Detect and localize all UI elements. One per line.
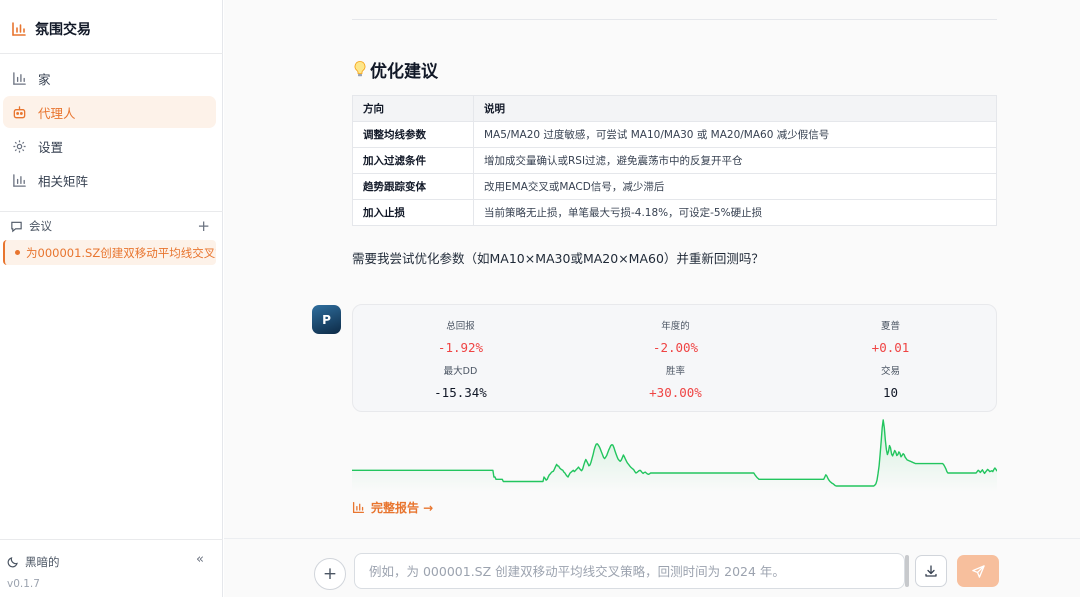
- nav-label: 代理人: [38, 105, 76, 121]
- bar-chart-icon: [13, 173, 26, 187]
- table-cell: 调整均线参数: [352, 121, 474, 148]
- brand[interactable]: 氛围交易: [0, 4, 223, 54]
- table-header-description: 说明: [473, 95, 997, 122]
- table-cell: 趋势跟踪变体: [352, 173, 474, 200]
- theme-toggle[interactable]: 黑暗的: [7, 554, 60, 570]
- download-button[interactable]: [915, 555, 947, 587]
- divider: [352, 19, 997, 20]
- table-cell: 加入过滤条件: [352, 147, 474, 174]
- table-cell: 当前策略无止损，单笔最大亏损-4.18%，可设定-5%硬止损: [473, 199, 997, 226]
- nav-item-home[interactable]: 家: [3, 62, 216, 94]
- main-nav: 家 代理人 设置 相关矩阵: [3, 62, 216, 198]
- double-chevron-left-icon[interactable]: «: [196, 552, 204, 567]
- send-icon: [971, 564, 985, 578]
- add-attachment-button[interactable]: +: [314, 558, 346, 590]
- sidebar-footer: 黑暗的 « v0.1.7: [0, 539, 223, 597]
- stat-label: 胜率: [665, 366, 685, 377]
- gear-icon: [13, 139, 26, 153]
- stat-label: 总回报: [446, 321, 475, 332]
- stat-trades: 交易 10: [783, 365, 998, 401]
- stat-sharpe: 夏普 +0.01: [783, 320, 998, 356]
- avatar: P: [312, 305, 341, 334]
- nav-label: 相关矩阵: [38, 173, 89, 189]
- stat-win-rate: 胜率 +30.00%: [568, 365, 783, 401]
- app-name: 氛围交易: [35, 21, 91, 38]
- stat-annualized: 年度的 -2.00%: [568, 320, 783, 356]
- theme-label: 黑暗的: [25, 555, 60, 569]
- stat-value: +30.00%: [649, 385, 702, 400]
- backtest-stats-card: 总回报 -1.92% 年度的 -2.00% 夏普 +0.01 最大DD -15.…: [352, 304, 997, 412]
- stat-label: 最大DD: [443, 366, 478, 377]
- bar-chart-icon: [13, 71, 26, 85]
- section-title: 优化建议: [352, 57, 438, 82]
- suggestion-table: 方向 说明 调整均线参数 MA5/MA20 过度敏感，可尝试 MA10/MA30…: [352, 95, 997, 226]
- bot-icon: [13, 105, 26, 118]
- lightbulb-icon: [354, 61, 366, 77]
- nav-label: 家: [38, 71, 51, 87]
- stat-value: +0.01: [871, 340, 910, 355]
- bar-chart-icon: [12, 21, 26, 36]
- table-row: 加入过滤条件 增加成交量确认或RSI过滤，避免震荡市中的反复开平仓: [352, 147, 997, 174]
- send-button[interactable]: [957, 555, 999, 587]
- equity-curve-chart: [352, 419, 997, 492]
- full-report-link[interactable]: 完整报告 →: [352, 499, 433, 516]
- prompt-input[interactable]: [354, 553, 905, 589]
- table-header-direction: 方向: [352, 95, 474, 122]
- nav-label: 设置: [38, 139, 64, 155]
- sessions-header: 会议 +: [10, 218, 210, 234]
- download-icon: [925, 565, 937, 577]
- table-cell: 加入止损: [352, 199, 474, 226]
- divider: [0, 211, 223, 212]
- session-label: 为000001.SZ创建双移动平均线交叉策略: [26, 245, 216, 260]
- session-item[interactable]: 为000001.SZ创建双移动平均线交叉策略: [3, 240, 216, 265]
- table-cell: 改用EMA交叉或MACD信号，减少滞后: [473, 173, 997, 200]
- table-row: 调整均线参数 MA5/MA20 过度敏感，可尝试 MA10/MA30 或 MA2…: [352, 121, 997, 148]
- active-dot: [15, 250, 20, 255]
- bar-chart-icon: [352, 501, 365, 514]
- plus-icon: +: [322, 564, 338, 584]
- table-cell: MA5/MA20 过度敏感，可尝试 MA10/MA30 或 MA20/MA60 …: [473, 121, 997, 148]
- app-version: v0.1.7: [7, 578, 40, 590]
- stat-value: 10: [882, 385, 899, 400]
- chat-area: 优化建议 方向 说明 调整均线参数 MA5/MA20 过度敏感，可尝试 MA10…: [224, 0, 1080, 597]
- table-row: 加入止损 当前策略无止损，单笔最大亏损-4.18%，可设定-5%硬止损: [352, 199, 997, 226]
- chat-icon: [11, 221, 22, 232]
- sidebar: 氛围交易 家 代理人 设置 相关矩阵 会议 + 为000001.SZ创建双移动平…: [0, 0, 223, 597]
- stat-label: 夏普: [880, 321, 900, 332]
- nav-item-agent[interactable]: 代理人: [3, 96, 216, 128]
- stat-total-return: 总回报 -1.92%: [353, 320, 568, 356]
- stat-label: 年度的: [661, 321, 690, 332]
- composer: +: [224, 538, 1080, 597]
- stat-max-drawdown: 最大DD -15.34%: [353, 365, 568, 401]
- full-report-label: 完整报告 →: [371, 501, 434, 515]
- table-cell: 增加成交量确认或RSI过滤，避免震荡市中的反复开平仓: [473, 147, 997, 174]
- table-row: 趋势跟踪变体 改用EMA交叉或MACD信号，减少滞后: [352, 173, 997, 200]
- sessions-title: 会议: [29, 219, 52, 233]
- moon-icon: [7, 557, 18, 568]
- stat-label: 交易: [880, 366, 900, 377]
- stat-value: -1.92%: [437, 340, 484, 355]
- new-session-button[interactable]: +: [197, 218, 210, 234]
- table-header-row: 方向 说明: [352, 95, 997, 122]
- section-title-text: 优化建议: [370, 61, 438, 82]
- input-scrollbar[interactable]: [905, 555, 909, 587]
- stat-value: -2.00%: [652, 340, 699, 355]
- assistant-question: 需要我尝试优化参数（如MA10×MA30或MA20×MA60）并重新回测吗？: [352, 251, 764, 266]
- nav-item-correlation-matrix[interactable]: 相关矩阵: [3, 164, 216, 196]
- stat-value: -15.34%: [434, 385, 487, 400]
- nav-item-settings[interactable]: 设置: [3, 130, 216, 162]
